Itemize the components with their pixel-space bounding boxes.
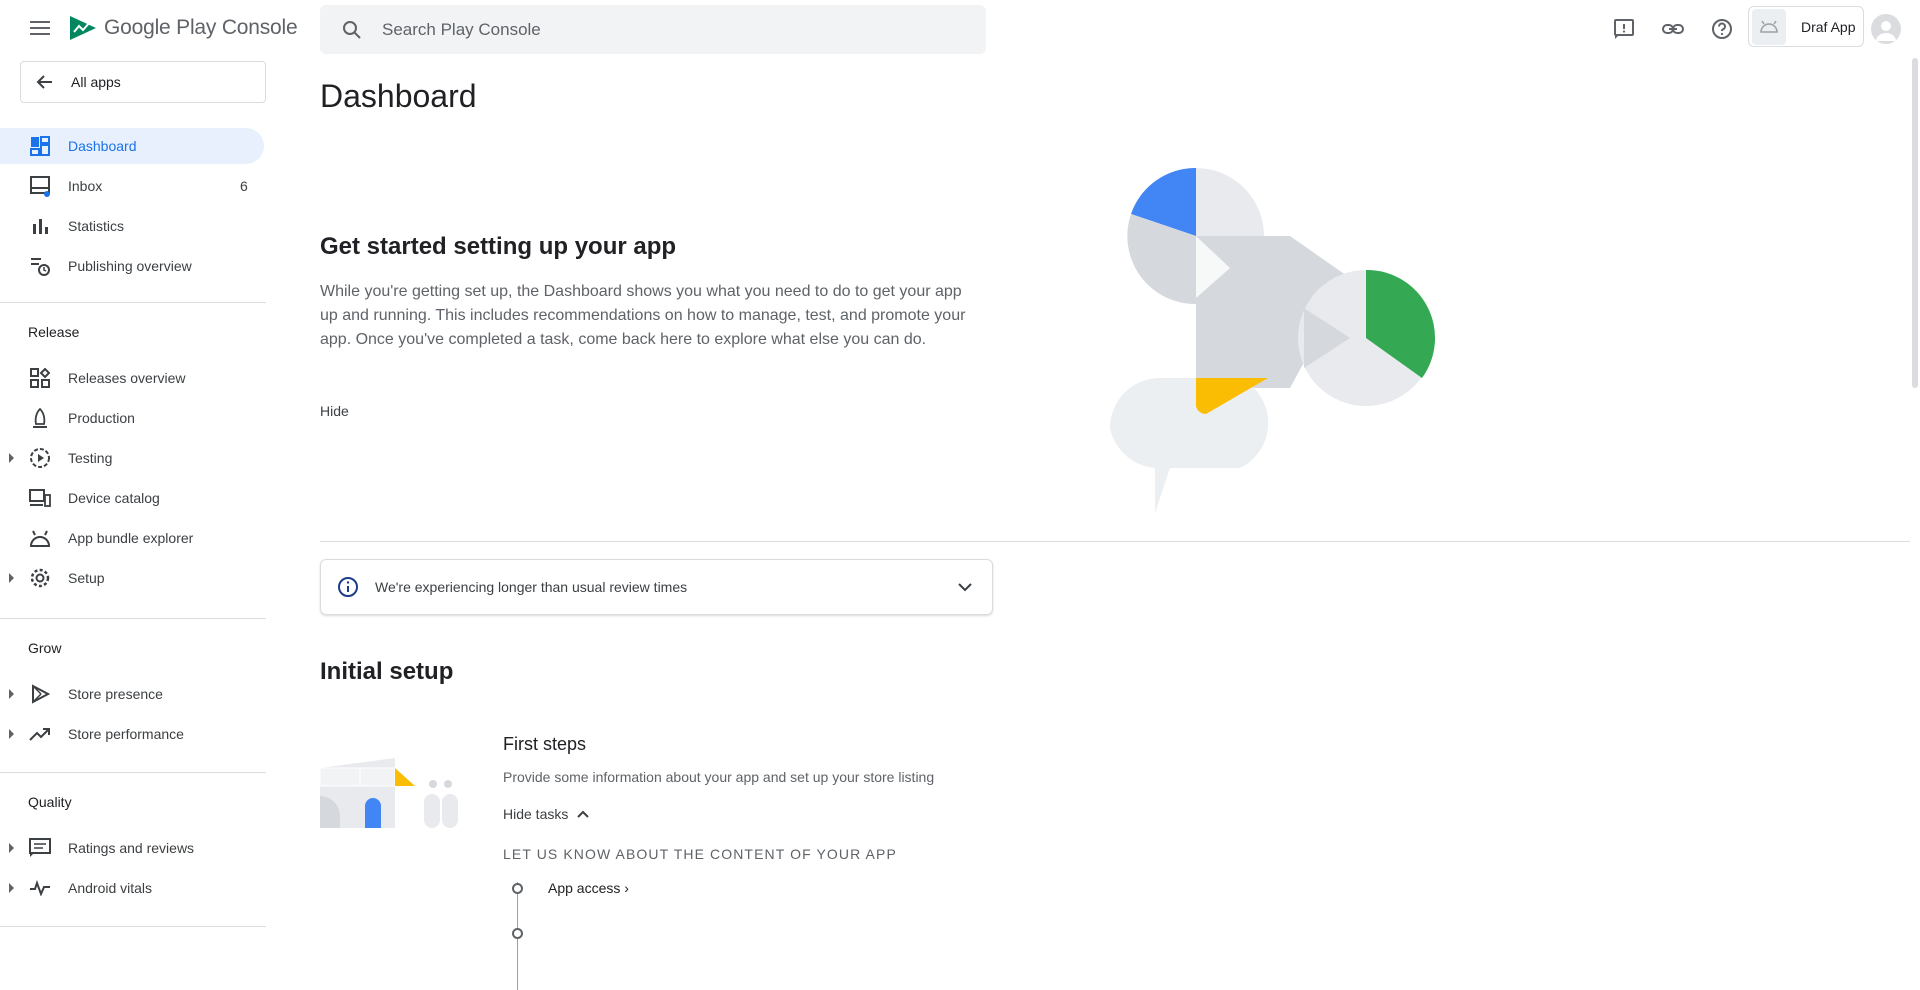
divider <box>0 926 266 927</box>
section-divider <box>320 541 1910 542</box>
sidebar-item-label: Releases overview <box>68 370 186 386</box>
bar-chart-icon <box>28 214 52 238</box>
all-apps-label: All apps <box>71 74 121 90</box>
sidebar-item-android-vitals[interactable]: Android vitals <box>0 870 264 906</box>
divider <box>0 302 266 303</box>
help-icon[interactable] <box>1707 14 1737 44</box>
dashboard-illustration <box>1110 168 1436 513</box>
search-input[interactable]: Search Play Console <box>382 20 541 40</box>
app-selector[interactable]: Draf App <box>1748 6 1864 47</box>
sidebar-item-inbox[interactable]: Inbox 6 <box>0 168 264 204</box>
hide-button[interactable]: Hide <box>320 403 349 419</box>
sidebar-item-store-performance[interactable]: Store performance <box>0 716 264 752</box>
sidebar-item-dashboard[interactable]: Dashboard <box>0 128 264 164</box>
app-name: Draf App <box>1801 18 1856 35</box>
sidebar-item-publishing-overview[interactable]: Publishing overview <box>0 248 264 284</box>
sidebar-item-label: Store performance <box>68 726 184 742</box>
vitals-icon <box>28 876 52 900</box>
sidebar: All apps Dashboard Inbox 6 Statistics Pu… <box>0 58 266 932</box>
all-apps-button[interactable]: All apps <box>20 61 266 103</box>
devices-icon <box>28 486 52 510</box>
production-icon <box>28 406 52 430</box>
task-status-icon <box>512 928 523 939</box>
chevron-down-icon[interactable] <box>956 578 974 596</box>
link-icon[interactable] <box>1658 14 1688 44</box>
testing-icon <box>28 446 52 470</box>
sidebar-item-label: Inbox <box>68 178 103 194</box>
section-header-release: Release <box>28 324 80 340</box>
play-logo-icon <box>70 16 96 40</box>
sidebar-item-device-catalog[interactable]: Device catalog <box>0 480 264 516</box>
sidebar-item-label: Production <box>68 410 135 426</box>
hide-tasks-label: Hide tasks <box>503 806 569 822</box>
gear-icon <box>28 566 52 590</box>
sidebar-item-label: App bundle explorer <box>68 530 194 546</box>
sidebar-item-store-presence[interactable]: Store presence <box>0 676 264 712</box>
logo-text: Google Play Console <box>104 16 298 39</box>
inbox-icon <box>28 174 52 198</box>
banner-text: We're experiencing longer than usual rev… <box>375 579 688 595</box>
top-bar: Google Play Console Search Play Console … <box>0 0 1920 58</box>
sidebar-item-releases-overview[interactable]: Releases overview <box>0 360 264 396</box>
review-times-banner[interactable]: We're experiencing longer than usual rev… <box>320 559 993 615</box>
menu-icon[interactable] <box>26 17 54 41</box>
section-header-quality: Quality <box>28 794 72 810</box>
sidebar-item-label: Statistics <box>68 218 125 234</box>
expand-caret-icon[interactable] <box>9 883 14 893</box>
sidebar-item-label: Android vitals <box>68 880 153 896</box>
first-steps-description: Provide some information about your app … <box>503 769 935 785</box>
sidebar-item-label: Dashboard <box>68 138 137 154</box>
info-icon <box>338 577 358 597</box>
inbox-count: 6 <box>240 178 248 194</box>
sidebar-item-label: Testing <box>68 450 113 466</box>
account-avatar[interactable] <box>1871 14 1901 44</box>
divider <box>0 618 266 619</box>
expand-caret-icon[interactable] <box>9 573 14 583</box>
sidebar-item-label: Device catalog <box>68 490 160 506</box>
feedback-icon[interactable] <box>1609 14 1639 44</box>
sidebar-item-statistics[interactable]: Statistics <box>0 208 264 244</box>
publishing-icon <box>28 254 52 278</box>
sidebar-item-app-bundle-explorer[interactable]: App bundle explorer <box>0 520 264 556</box>
sidebar-item-testing[interactable]: Testing <box>0 440 264 476</box>
scrollbar[interactable] <box>1912 58 1918 388</box>
sidebar-item-label: Setup <box>68 570 105 586</box>
releases-icon <box>28 366 52 390</box>
search-bar[interactable]: Search Play Console <box>320 5 986 54</box>
sidebar-item-label: Ratings and reviews <box>68 840 195 856</box>
sidebar-item-production[interactable]: Production <box>0 400 264 436</box>
first-steps-title: First steps <box>503 734 587 754</box>
sidebar-item-label: Publishing overview <box>68 258 192 274</box>
sidebar-item-ratings-and-reviews[interactable]: Ratings and reviews <box>0 830 264 866</box>
get-started-title: Get started setting up your app <box>320 233 677 260</box>
android-icon <box>1752 8 1786 45</box>
play-store-icon <box>28 682 52 706</box>
first-steps-illustration <box>320 758 458 828</box>
arrow-back-icon <box>36 75 52 89</box>
initial-setup-title: Initial setup <box>320 658 454 685</box>
reviews-icon <box>28 836 52 860</box>
expand-caret-icon[interactable] <box>9 843 14 853</box>
page-title: Dashboard <box>320 78 477 114</box>
trending-up-icon <box>28 722 52 746</box>
search-icon <box>343 20 361 39</box>
sidebar-item-setup[interactable]: Setup <box>0 560 264 596</box>
expand-caret-icon[interactable] <box>9 453 14 463</box>
sidebar-item-label: Store presence <box>68 686 163 702</box>
get-started-description: While you're getting set up, the Dashboa… <box>320 283 966 348</box>
task-status-icon <box>512 883 523 894</box>
task-app-access[interactable]: App access › <box>548 880 629 896</box>
chevron-up-icon <box>577 810 590 818</box>
app-bundle-icon <box>28 526 52 550</box>
play-console-logo[interactable]: Google Play Console <box>68 14 298 42</box>
section-header-grow: Grow <box>28 640 62 656</box>
divider <box>0 772 266 773</box>
dashboard-icon <box>28 134 52 158</box>
task-section-header: LET US KNOW ABOUT THE CONTENT OF YOUR AP… <box>503 846 897 862</box>
hide-tasks-button[interactable]: Hide tasks <box>503 806 590 822</box>
expand-caret-icon[interactable] <box>9 689 14 699</box>
expand-caret-icon[interactable] <box>9 729 14 739</box>
